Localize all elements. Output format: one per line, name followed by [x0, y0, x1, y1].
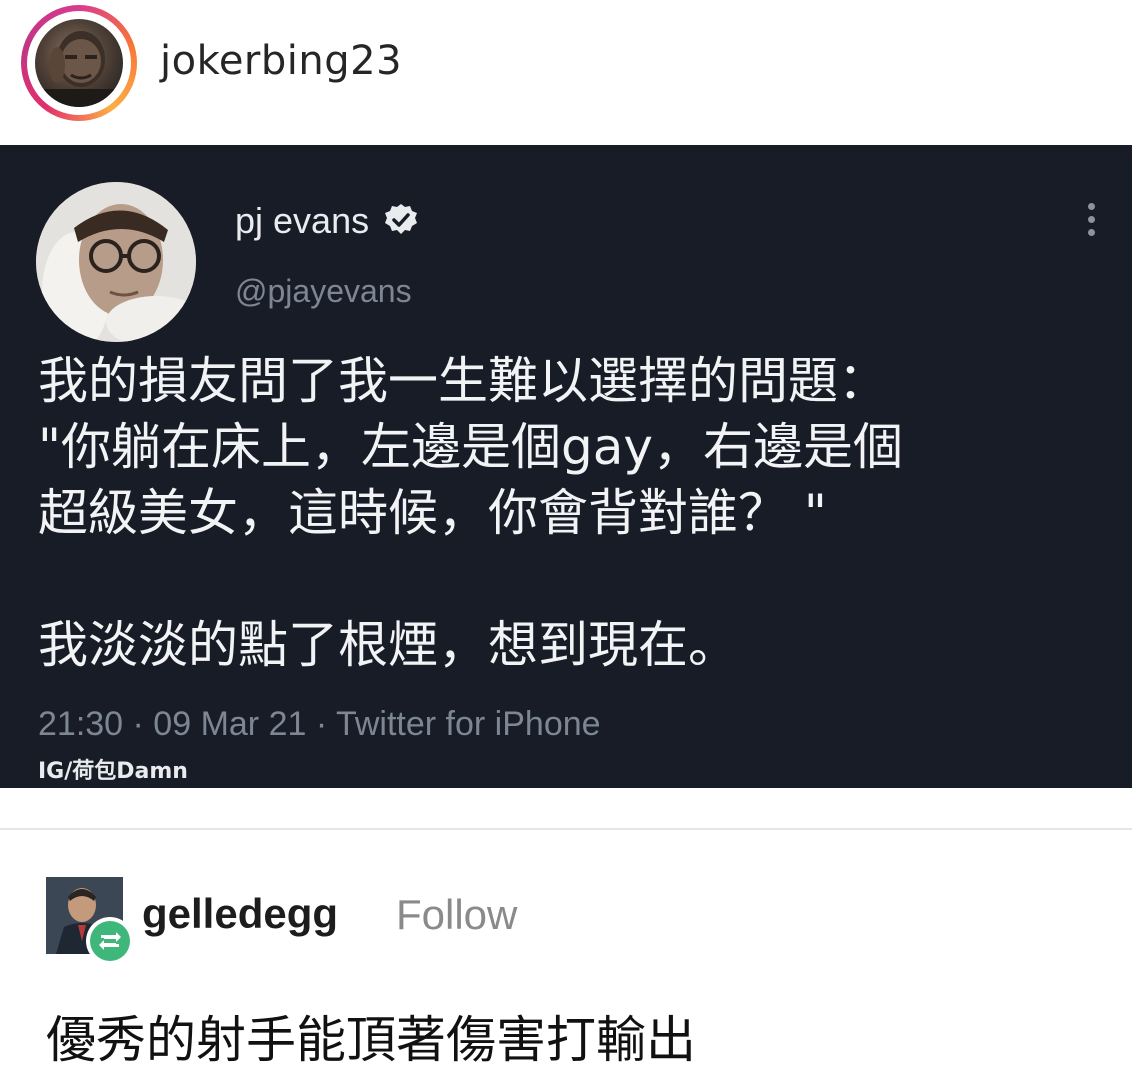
avatar-image [35, 31, 123, 107]
tweet-avatar[interactable] [36, 182, 196, 342]
tweet-text-line: "你躺在床上，左邊是個gay，右邊是個 [38, 418, 903, 476]
tweet-display-name[interactable]: pj evans [235, 200, 369, 242]
reblog-caption: 優秀的射手能頂著傷害打輸出 [46, 1011, 696, 1069]
tweet-avatar-image [36, 182, 196, 342]
post-header: jokerbing23 [0, 0, 1132, 145]
tweet-text-line: 我的損友問了我一生難以選擇的問題： [38, 352, 888, 410]
tweet-card: pj evans @pjayevans 我的損友問了我一生難以選擇的問題： "你… [0, 145, 1132, 788]
avatar[interactable] [35, 19, 123, 107]
tweet-timestamp: 21:30 · 09 Mar 21 · Twitter for iPhone [38, 705, 601, 743]
story-ring[interactable] [21, 5, 137, 121]
reblog-icon [86, 917, 134, 965]
more-options-icon[interactable] [1080, 203, 1102, 243]
divider [0, 828, 1132, 830]
tweet-text: 我的損友問了我一生難以選擇的問題： "你躺在床上，左邊是個gay，右邊是個 超級… [38, 348, 1108, 678]
follow-button[interactable]: Follow [396, 891, 517, 939]
reblog-username[interactable]: gelledegg [142, 890, 338, 938]
source-watermark: IG/荷包Damn [38, 759, 188, 784]
tweet-text-line: 我淡淡的點了根煙，想到現在。 [38, 616, 738, 674]
post-username[interactable]: jokerbing23 [160, 38, 402, 84]
tweet-handle[interactable]: @pjayevans [235, 273, 412, 310]
verified-badge-icon [385, 204, 417, 234]
tweet-text-line: 超級美女，這時候，你會背對誰？ " [38, 484, 827, 542]
